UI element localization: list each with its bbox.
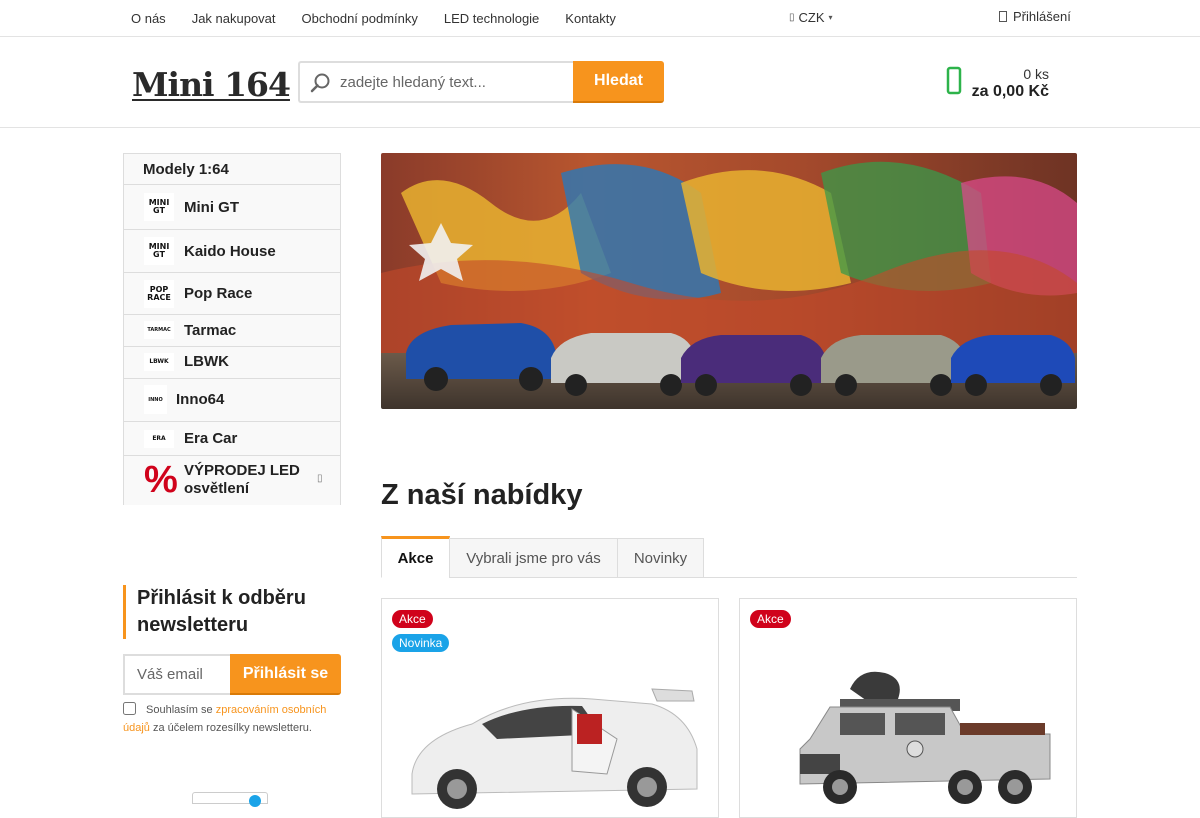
consent-prefix: Souhlasím se (146, 704, 216, 716)
widget-box (192, 792, 268, 807)
user-icon (999, 11, 1007, 22)
category-label: LBWK (184, 353, 229, 370)
login-label: Přihlášení (1013, 9, 1071, 24)
nav-link-kontakty[interactable]: Kontakty (552, 11, 629, 26)
inno64-logo: INNO (144, 385, 167, 414)
product-tabs: Akce Vybrali jsme pro vás Novinky (381, 536, 1077, 578)
category-item-kaido-house[interactable]: MINI GT Kaido House (124, 230, 340, 273)
search-icon (310, 73, 330, 93)
category-menu-title: Modely 1:64 (124, 154, 340, 185)
pop-race-logo: POP RACE (144, 280, 174, 308)
tab-akce[interactable]: Akce (381, 536, 450, 578)
nav-link-jak-nakupovat[interactable]: Jak nakupovat (179, 11, 289, 26)
product-card[interactable]: Akce (739, 598, 1077, 818)
tab-vybrali-jsme-pro-vas[interactable]: Vybrali jsme pro vás (449, 538, 618, 578)
currency-icon: ▯ (789, 12, 795, 23)
currency-label: CZK (798, 10, 825, 25)
nav-link-obchodni-podminky[interactable]: Obchodní podmínky (289, 11, 431, 26)
banner-image (381, 153, 1077, 409)
search-box (298, 61, 574, 103)
newsletter-email-input[interactable] (123, 654, 231, 695)
product-card[interactable]: Akce Novinka (381, 598, 719, 818)
category-label: Tarmac (184, 322, 237, 339)
lbwk-logo: LBWK (144, 353, 174, 371)
newsletter-consent: Souhlasím se zpracováním osobních údajů … (123, 701, 341, 737)
widget-icon (249, 795, 261, 807)
search-input[interactable] (340, 71, 565, 93)
top-bar: O nás Jak nakupovat Obchodní podmínky LE… (0, 0, 1200, 37)
chevron-right-icon: ▯ (317, 473, 323, 484)
category-item-era-car[interactable]: ERA Era Car (124, 422, 340, 456)
category-label: Mini GT (184, 199, 239, 216)
product-image (799, 671, 1051, 804)
tarmac-logo: TARMAC (144, 321, 174, 339)
category-item-tarmac[interactable]: TARMAC Tarmac (124, 315, 340, 347)
category-item-vyprodej-led[interactable]: % VÝPRODEJ LED osvětlení ▯ (124, 456, 340, 505)
category-menu: Modely 1:64 MINI GT Mini GT MINI GT Kaid… (123, 153, 341, 505)
sale-badge: Akce (392, 610, 433, 628)
cart-icon (946, 66, 962, 95)
currency-selector[interactable]: ▯ CZK ▾ (789, 10, 833, 25)
product-image (411, 688, 698, 809)
newsletter-subscribe-button[interactable]: Přihlásit se (230, 654, 341, 695)
category-label: Kaido House (184, 243, 276, 260)
sale-badge: Akce (750, 610, 791, 628)
era-car-logo: ERA (144, 430, 174, 448)
login-link[interactable]: Přihlášení (999, 9, 1071, 24)
hero-banner[interactable] (381, 153, 1077, 409)
category-item-inno64[interactable]: INNO Inno64 (124, 379, 340, 422)
category-label: Era Car (184, 430, 238, 447)
top-nav: O nás Jak nakupovat Obchodní podmínky LE… (118, 0, 629, 36)
cart-price: za 0,00 Kč (971, 83, 1049, 100)
mini-gt-logo: MINI GT (144, 193, 174, 221)
category-item-pop-race[interactable]: POP RACE Pop Race (124, 273, 340, 315)
category-item-mini-gt[interactable]: MINI GT Mini GT (124, 185, 340, 230)
cart[interactable]: 0 ks za 0,00 Kč (946, 61, 1056, 105)
chevron-down-icon: ▾ (828, 13, 833, 22)
consent-checkbox[interactable] (123, 702, 136, 715)
section-heading: Z naší nabídky (381, 479, 583, 511)
kaido-house-logo: MINI GT (144, 237, 174, 265)
category-label: Pop Race (184, 285, 253, 302)
site-logo[interactable]: Mini 164 (132, 65, 291, 104)
nav-link-o-nas[interactable]: O nás (118, 11, 179, 26)
newsletter-title: Přihlásit k odběru newsletteru (123, 585, 341, 639)
category-label: VÝPRODEJ LED osvětlení (184, 462, 300, 497)
search-button[interactable]: Hledat (573, 61, 664, 103)
percent-icon: % (144, 459, 178, 501)
nav-link-led-technologie[interactable]: LED technologie (431, 11, 552, 26)
cart-quantity: 0 ks (1023, 66, 1049, 82)
header: Mini 164 Hledat 0 ks za 0,00 Kč (0, 37, 1200, 128)
consent-suffix: za účelem rozesílky newsletteru. (149, 722, 312, 734)
new-badge: Novinka (392, 634, 450, 652)
tab-novinky[interactable]: Novinky (617, 538, 704, 578)
category-label: Inno64 (176, 391, 225, 408)
category-item-lbwk[interactable]: LBWK LBWK (124, 347, 340, 379)
